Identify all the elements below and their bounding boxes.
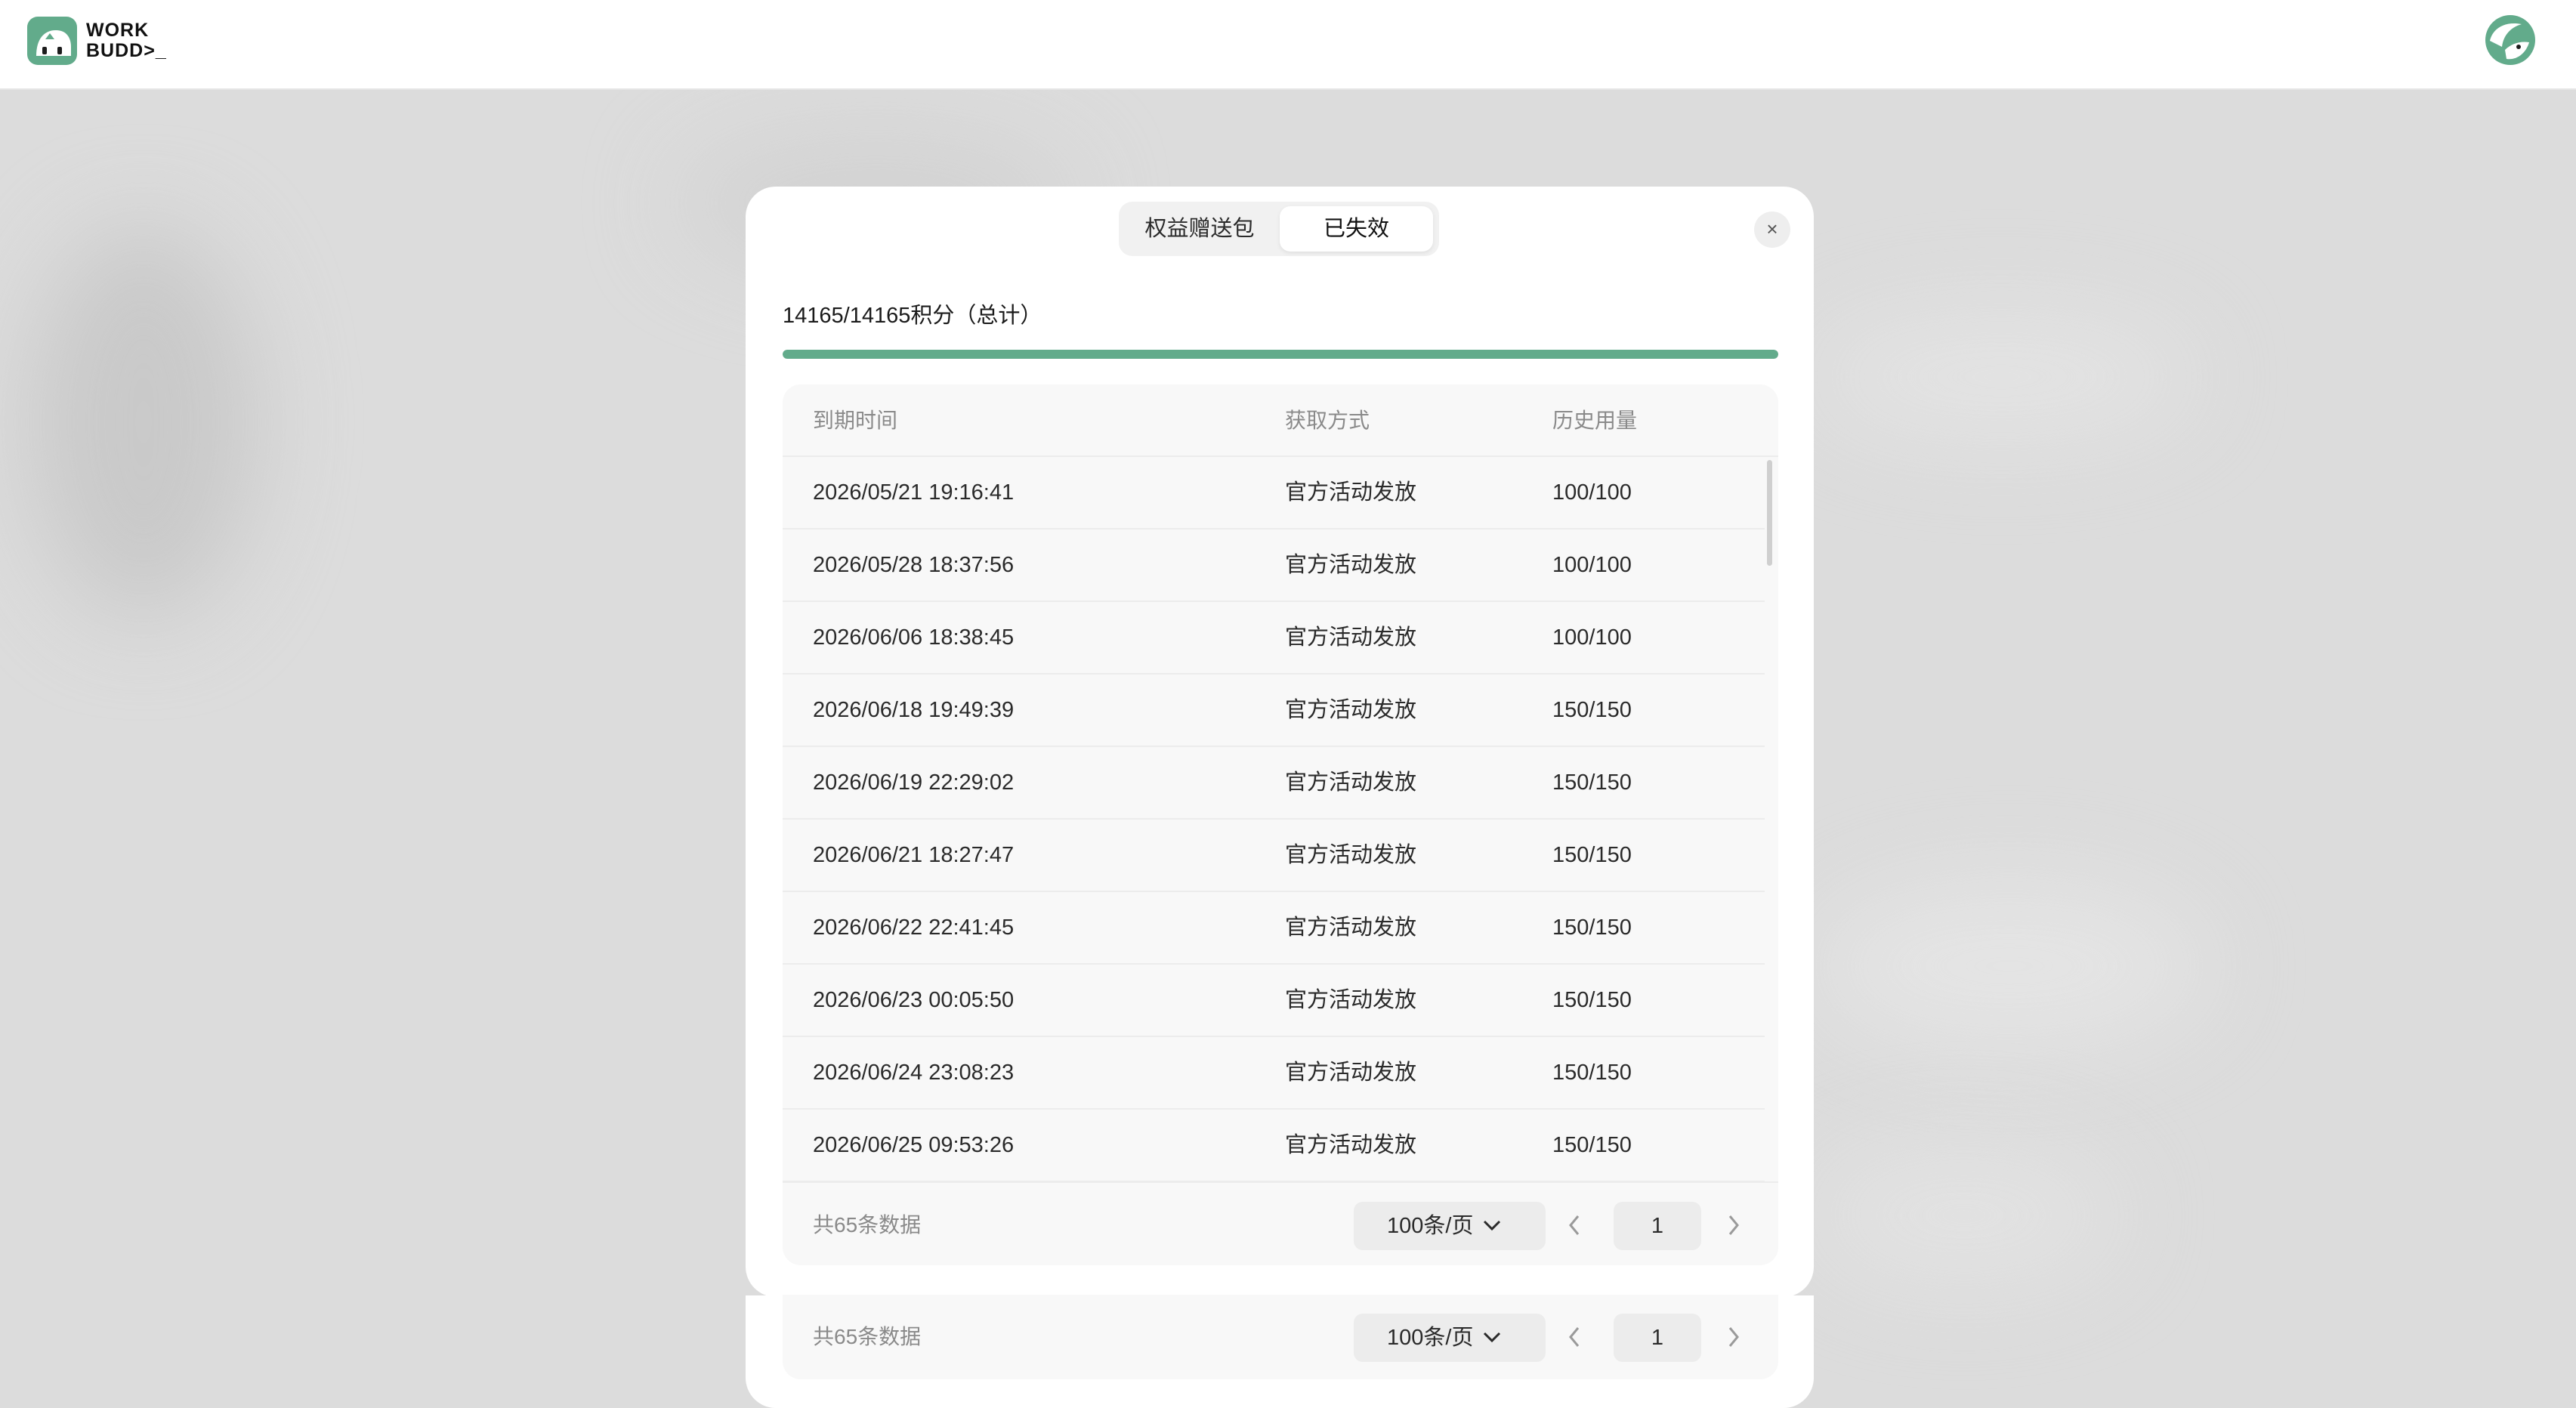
table-row: 2026/06/24 23:08:23 官方活动发放 150/150 (783, 1037, 1765, 1110)
credits-summary: 14165/14165积分（总计） (783, 304, 1042, 328)
table-row: 2026/06/22 22:41:45 官方活动发放 150/150 (783, 892, 1765, 965)
cell-source: 官方活动发放 (1285, 1061, 1417, 1085)
page-number-input[interactable]: 1 (1614, 1202, 1701, 1250)
cell-expiry-time: 2026/06/23 00:05:50 (813, 988, 1015, 1012)
table-header: 到期时间 获取方式 历史用量 (783, 384, 1778, 457)
cell-usage: 150/150 (1552, 698, 1632, 722)
table-row: 2026/06/06 18:38:45 官方活动发放 100/100 (783, 602, 1765, 675)
page-size-select[interactable]: 100条/页 (1354, 1314, 1546, 1362)
cell-expiry-time: 2026/06/21 18:27:47 (813, 843, 1015, 867)
cell-usage: 100/100 (1552, 480, 1632, 505)
cell-source: 官方活动发放 (1285, 1133, 1417, 1157)
table-pagination: 共65条数据 100条/页 1 (783, 1181, 1778, 1265)
page-size-label: 100条/页 (1387, 1326, 1474, 1350)
user-avatar[interactable] (2484, 14, 2537, 66)
page-size-select[interactable]: 100条/页 (1354, 1202, 1546, 1250)
chevron-right-icon[interactable] (1727, 1212, 1742, 1239)
table-row: 2026/05/21 19:16:41 官方活动发放 100/100 (783, 457, 1765, 530)
cell-usage: 100/100 (1552, 625, 1632, 650)
header-expiry-time: 到期时间 (813, 409, 898, 432)
cell-source: 官方活动发放 (1285, 480, 1417, 505)
cell-usage: 150/150 (1552, 988, 1632, 1012)
chevron-left-icon[interactable] (1566, 1323, 1581, 1351)
close-button[interactable]: × (1754, 212, 1790, 248)
cell-expiry-time: 2026/06/19 22:29:02 (813, 770, 1015, 795)
cell-expiry-time: 2026/06/24 23:08:23 (813, 1061, 1015, 1085)
cell-usage: 150/150 (1552, 916, 1632, 940)
header-usage: 历史用量 (1552, 409, 1638, 432)
credits-progress-bar (783, 350, 1778, 359)
progress-fill (783, 350, 1778, 359)
cell-source: 官方活动发放 (1285, 553, 1417, 577)
table-row: 2026/06/21 18:27:47 官方活动发放 150/150 (783, 820, 1765, 892)
table-row: 2026/06/18 19:49:39 官方活动发放 150/150 (783, 675, 1765, 747)
cell-usage: 150/150 (1552, 770, 1632, 795)
tab-expired[interactable]: 已失效 (1280, 206, 1433, 252)
chevron-down-icon (1483, 1220, 1501, 1231)
logo-icon (27, 17, 77, 65)
chevron-right-icon[interactable] (1727, 1323, 1742, 1351)
credits-table: 到期时间 获取方式 历史用量 2026/05/21 19:16:41 官方活动发放… (783, 384, 1778, 1265)
total-count: 共65条数据 (813, 1325, 922, 1348)
cell-usage: 100/100 (1552, 553, 1632, 577)
cell-usage: 150/150 (1552, 1133, 1632, 1157)
close-icon: × (1766, 218, 1778, 240)
cell-expiry-time: 2026/06/25 09:53:26 (813, 1133, 1015, 1157)
top-bar: WORK BUDD>_ (0, 0, 2576, 90)
cell-expiry-time: 2026/06/22 22:41:45 (813, 916, 1015, 940)
table-pagination-duplicate: 共65条数据 100条/页 1 (783, 1295, 1778, 1379)
table-row: 2026/06/23 00:05:50 官方活动发放 150/150 (783, 965, 1765, 1037)
cell-expiry-time: 2026/06/18 19:49:39 (813, 698, 1015, 722)
logo-wordmark: WORK BUDD>_ (86, 20, 167, 61)
table-scrollbar[interactable] (1767, 460, 1772, 566)
header-source: 获取方式 (1285, 409, 1370, 432)
chevron-left-icon[interactable] (1566, 1212, 1581, 1239)
table-row: 2026/05/28 18:37:56 官方活动发放 100/100 (783, 530, 1765, 602)
cell-expiry-time: 2026/06/06 18:38:45 (813, 625, 1015, 650)
page-size-label: 100条/页 (1387, 1214, 1474, 1238)
cell-source: 官方活动发放 (1285, 625, 1417, 650)
table-row: 2026/06/25 09:53:26 官方活动发放 150/150 (783, 1110, 1765, 1182)
cell-expiry-time: 2026/05/28 18:37:56 (813, 553, 1015, 577)
table-body: 2026/05/21 19:16:41 官方活动发放 100/100 2026/05/… (783, 457, 1765, 1182)
cell-source: 官方活动发放 (1285, 916, 1417, 940)
tab-switcher: 权益赠送包 已失效 (1119, 202, 1439, 256)
cell-source: 官方活动发放 (1285, 988, 1417, 1012)
tab-benefit-package[interactable]: 权益赠送包 (1125, 206, 1274, 252)
cell-source: 官方活动发放 (1285, 698, 1417, 722)
cell-expiry-time: 2026/05/21 19:16:41 (813, 480, 1015, 505)
chevron-down-icon (1483, 1332, 1501, 1343)
cell-usage: 150/150 (1552, 843, 1632, 867)
total-count: 共65条数据 (813, 1213, 922, 1237)
table-row: 2026/06/19 22:29:02 官方活动发放 150/150 (783, 747, 1765, 820)
workbuddy-logo[interactable]: WORK BUDD>_ (27, 17, 178, 65)
cell-source: 官方活动发放 (1285, 770, 1417, 795)
cell-usage: 150/150 (1552, 1061, 1632, 1085)
page-number-input[interactable]: 1 (1614, 1314, 1701, 1362)
cell-source: 官方活动发放 (1285, 843, 1417, 867)
